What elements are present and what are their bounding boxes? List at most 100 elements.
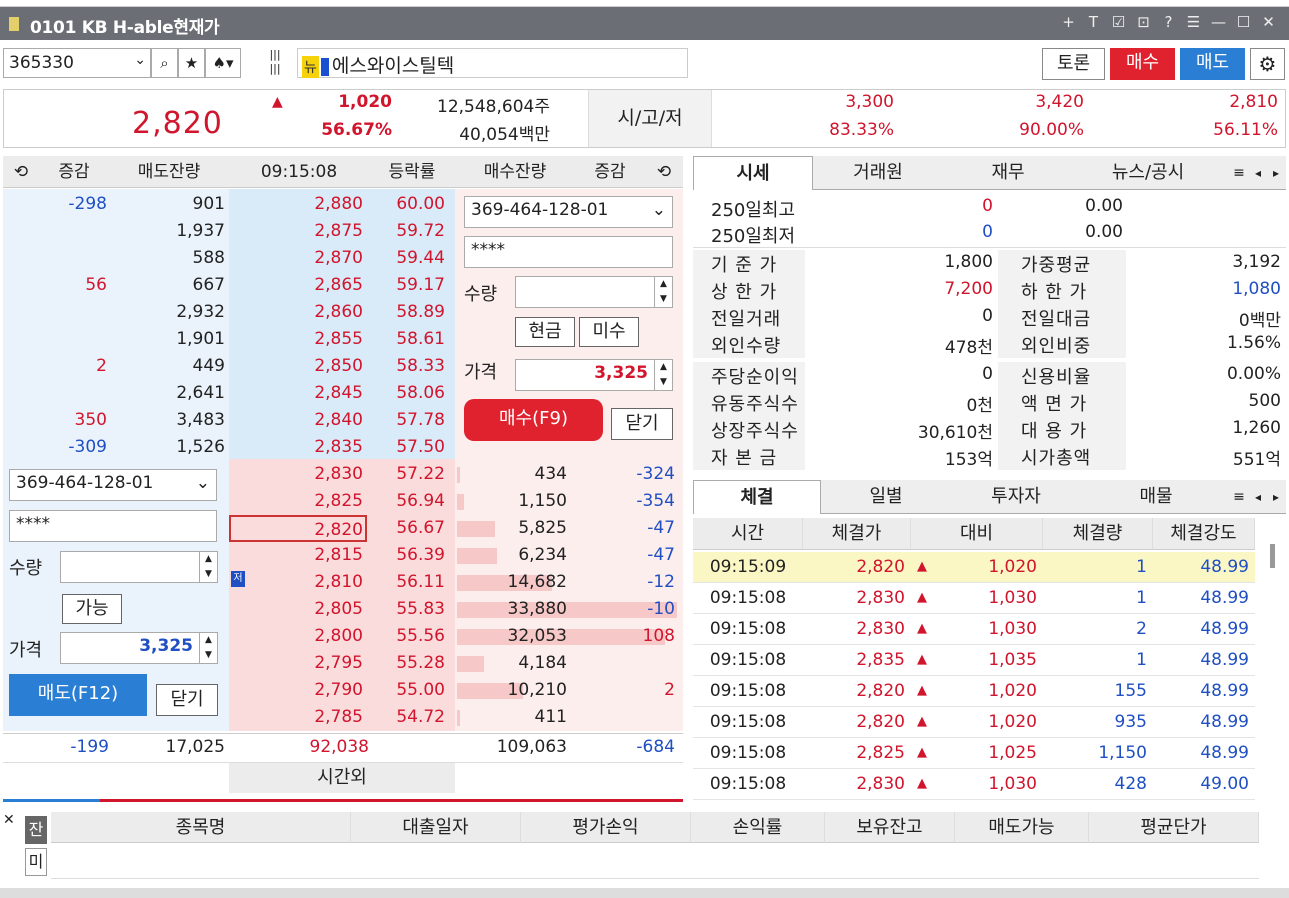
help-icon[interactable]: ? [1156, 13, 1181, 31]
sell-close-button[interactable]: 닫기 [156, 684, 218, 716]
checkbox-icon[interactable]: ☑ [1106, 13, 1131, 31]
buy-qty-input[interactable]: ▲ ▼ [515, 276, 673, 308]
info-label: 유동주식수 [711, 394, 799, 415]
search-icon[interactable]: ⌕ [151, 48, 178, 78]
bid-price[interactable]: 2,810 [229, 569, 363, 596]
trade-tab-0[interactable]: 체결 [693, 480, 821, 514]
trade-diff: 1,035 [988, 650, 1037, 670]
bid-price[interactable]: 2,785 [229, 704, 363, 731]
buy-account-select[interactable]: 369-464-128-01 ⌄ [464, 196, 673, 228]
bid-qty: 32,053 [507, 626, 567, 646]
qty-spinner-icon[interactable]: ▲ ▼ [199, 552, 217, 582]
buy-price-input[interactable]: 3,325 ▲ ▼ [515, 359, 673, 391]
trade-time: 09:15:08 [709, 681, 787, 701]
sell-account-select[interactable]: 369-464-128-01 ⌄ [9, 469, 217, 501]
ask-qty: 588 [192, 248, 225, 268]
trade-strength: 48.99 [1200, 588, 1249, 608]
total-sell-qty: 17,025 [165, 737, 225, 757]
sell-button[interactable]: 매도 [1180, 48, 1245, 80]
trade-qty: 1,150 [1098, 743, 1147, 763]
stock-name-field[interactable]: 뉴 에스와이스틸텍 [297, 48, 688, 78]
tab-1[interactable]: 거래원 [813, 156, 943, 190]
chevron-right-icon[interactable]: ▸ [1267, 156, 1285, 190]
price-spinner-icon[interactable]: ▲ ▼ [199, 633, 217, 663]
gear-icon[interactable]: ⚙ [1250, 48, 1285, 80]
stock-code-input[interactable]: 365330 ⌄ [3, 48, 151, 78]
plus-icon[interactable]: + [1056, 13, 1081, 31]
bid-price[interactable]: 2,820 [229, 515, 367, 542]
ask-price[interactable]: 2,880 [229, 191, 363, 218]
trade-tab-3[interactable]: 매물 [1081, 480, 1231, 514]
buy-password-input[interactable]: **** [464, 236, 673, 268]
ask-price[interactable]: 2,855 [229, 326, 363, 353]
cash-button[interactable]: 현금 [515, 317, 575, 347]
toolbar: 365330 ⌄ ⌕ ★ ♠▾ ||| ||| 뉴 에스와이스틸텍 토론 매수 매도 … [0, 44, 1289, 86]
sell-price-input[interactable]: 3,325 ▲ ▼ [60, 632, 218, 664]
sell-password-input[interactable]: **** [9, 510, 217, 542]
close-icon[interactable]: ✕ [1256, 13, 1281, 31]
ask-qty: 3,483 [176, 410, 225, 430]
ask-price[interactable]: 2,845 [229, 380, 363, 407]
up-triangle-icon: ▲ [917, 714, 927, 729]
buy-submit-button[interactable]: 매수(F9) [464, 399, 603, 441]
ask-price[interactable]: 2,850 [229, 353, 363, 380]
link-icon[interactable]: ⊡ [1131, 13, 1156, 31]
bid-price[interactable]: 2,800 [229, 623, 363, 650]
bid-price[interactable]: 2,830 [229, 461, 363, 488]
scrollbar-thumb[interactable] [1270, 544, 1275, 568]
trade-tab-2[interactable]: 투자자 [951, 480, 1081, 514]
ask-price[interactable]: 2,865 [229, 272, 363, 299]
grid-icon[interactable]: ||| ||| [260, 48, 290, 78]
bid-price[interactable]: 2,825 [229, 488, 363, 515]
maximize-icon[interactable]: ☐ [1231, 13, 1256, 31]
bid-price[interactable]: 2,805 [229, 596, 363, 623]
tab-0[interactable]: 시세 [693, 156, 813, 190]
available-button[interactable]: 가능 [62, 594, 122, 624]
trade-tab-1[interactable]: 일별 [821, 480, 951, 514]
refresh-icon-right[interactable]: ⟲ [645, 156, 683, 188]
sell-qty-input[interactable]: ▲ ▼ [60, 551, 218, 583]
list-icon[interactable]: ≡ [1229, 480, 1249, 514]
chevron-down-icon[interactable]: ⌄ [134, 52, 146, 68]
qty-spinner-icon[interactable]: ▲ ▼ [654, 277, 672, 307]
ask-price[interactable]: 2,860 [229, 299, 363, 326]
text-icon[interactable]: T [1081, 13, 1106, 31]
range-label: 250일최저 [711, 226, 796, 247]
bid-price[interactable]: 2,815 [229, 542, 363, 569]
info-value: 153억 [944, 450, 993, 470]
buy-close-button[interactable]: 닫기 [611, 408, 673, 440]
list-icon[interactable]: ≡ [1229, 156, 1249, 190]
ask-price[interactable]: 2,835 [229, 434, 363, 461]
chevron-right-icon[interactable]: ▸ [1267, 480, 1285, 514]
star-icon[interactable]: ★ [178, 48, 205, 78]
header-buy-qty: 매수잔량 [455, 156, 575, 188]
chevron-left-icon[interactable]: ◂ [1249, 480, 1267, 514]
side-tab-1[interactable]: 미 [25, 848, 47, 876]
ask-price[interactable]: 2,840 [229, 407, 363, 434]
buy-button[interactable]: 매수 [1110, 48, 1175, 80]
trade-time: 09:15:09 [709, 557, 787, 577]
minimize-icon[interactable]: — [1206, 13, 1231, 31]
open-high-low-label[interactable]: 시/고/저 [588, 90, 712, 147]
price-spinner-icon[interactable]: ▲ ▼ [654, 360, 672, 390]
after-hours-button[interactable]: 시간외 [229, 763, 455, 793]
sell-submit-button[interactable]: 매도(F12) [9, 674, 147, 716]
close-icon[interactable]: ✕ [3, 812, 17, 828]
chevron-left-icon[interactable]: ◂ [1249, 156, 1267, 190]
discuss-button[interactable]: 토론 [1042, 48, 1105, 80]
tab-2[interactable]: 재무 [943, 156, 1073, 190]
tab-3[interactable]: 뉴스/공시 [1073, 156, 1223, 190]
bid-price[interactable]: 2,795 [229, 650, 363, 677]
ask-price[interactable]: 2,875 [229, 218, 363, 245]
refresh-icon[interactable]: ⟲ [3, 156, 39, 188]
credit-button[interactable]: 미수 [579, 317, 639, 347]
up-triangle-icon: ▲ [272, 94, 283, 110]
spade-icon[interactable]: ♠▾ [205, 48, 241, 78]
bid-rate: 56.67 [396, 518, 445, 538]
info-value: 1,260 [1232, 418, 1281, 438]
ask-qty: 1,526 [176, 437, 225, 457]
side-tab-0[interactable]: 잔 [25, 816, 47, 844]
menu-icon[interactable]: ☰ [1181, 13, 1206, 31]
ask-price[interactable]: 2,870 [229, 245, 363, 272]
bid-price[interactable]: 2,790 [229, 677, 363, 704]
